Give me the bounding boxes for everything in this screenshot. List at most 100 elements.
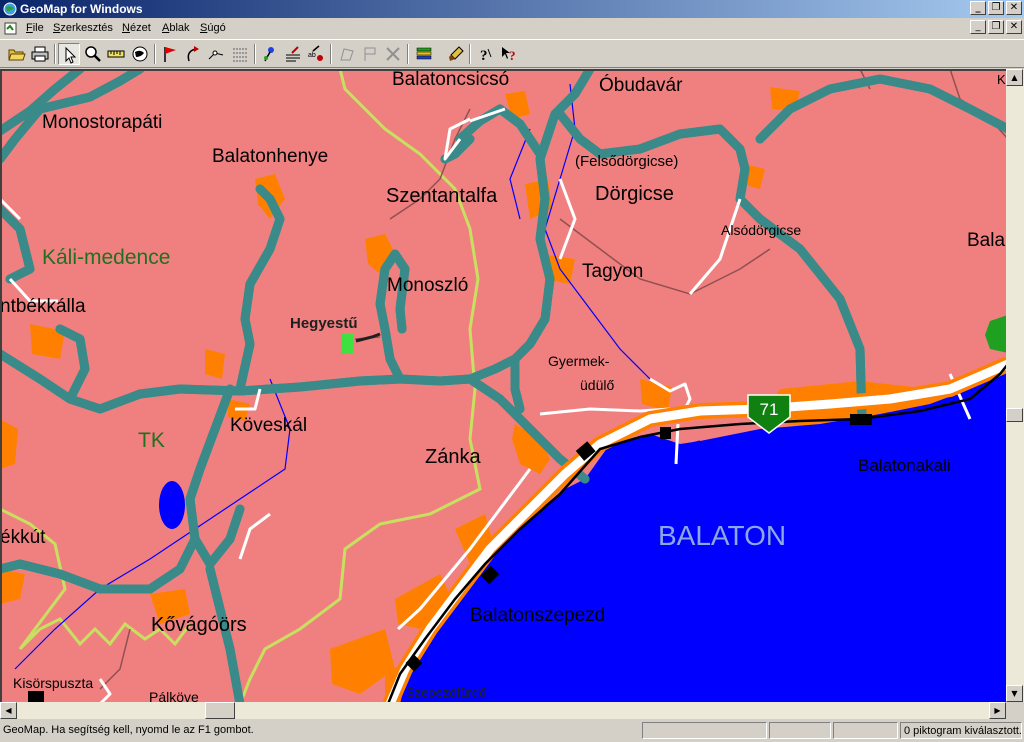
globe-button[interactable] xyxy=(129,43,151,65)
toolbar: ab ? ? xyxy=(0,39,1024,68)
pin-button[interactable] xyxy=(259,43,281,65)
label-felsodorgicse: (Felsődörgicse) xyxy=(575,153,678,170)
point-edit-button[interactable] xyxy=(205,43,227,65)
mdi-close-button[interactable]: ✕ xyxy=(1006,20,1022,34)
label-zanka: Zánka xyxy=(425,446,481,468)
label-monostorapati: Monostorapáti xyxy=(42,112,162,133)
select-tool-button[interactable] xyxy=(58,43,80,65)
flag-button[interactable] xyxy=(159,43,181,65)
undo-curve-button[interactable] xyxy=(182,43,204,65)
label-udulo: üdülő xyxy=(580,377,614,393)
menu-ablak[interactable]: Ablak xyxy=(162,22,190,34)
status-pane-empty-3 xyxy=(833,722,898,739)
label-palkove: Pálköve xyxy=(149,689,199,702)
label-gyermek: Gyermek- xyxy=(548,353,610,369)
scroll-up-button[interactable]: ▲ xyxy=(1006,69,1023,86)
horizontal-scrollbar[interactable]: ◀ ▶ xyxy=(0,702,1006,719)
label-balatonakali: Balatonakali xyxy=(858,456,951,475)
app-globe-icon xyxy=(3,2,17,16)
menu-nezet[interactable]: Nézet xyxy=(122,22,151,34)
close-button[interactable]: ✕ xyxy=(1006,1,1022,15)
map-canvas[interactable]: 71 Balatoncsicsó Óbudavár Monostorapáti … xyxy=(0,69,1006,702)
window-title: GeoMap for Windows xyxy=(20,2,143,16)
pin-icon xyxy=(264,47,274,62)
brush-button[interactable] xyxy=(445,43,467,65)
context-help-icon: ? xyxy=(502,47,516,63)
label-also-dorgicse: Alsódörgicse xyxy=(721,222,801,238)
restore-button[interactable]: ❐ xyxy=(988,1,1004,15)
status-bar: GeoMap. Ha segítség kell, nyomd le az F1… xyxy=(0,720,1024,742)
label-dorgicse: Dörgicse xyxy=(595,183,674,205)
label-ntbekkalla: ntbékkálla xyxy=(0,296,86,317)
polygon-disabled-icon xyxy=(340,48,354,61)
delete-disabled-button[interactable] xyxy=(382,43,404,65)
hegyestu-marker[interactable] xyxy=(341,334,353,354)
scroll-right-button[interactable]: ▶ xyxy=(989,702,1006,719)
flag-disabled-icon xyxy=(364,47,376,61)
context-help-button[interactable]: ? xyxy=(498,43,520,65)
label-ekkut: ékkút xyxy=(0,527,46,548)
label-edit-icon: ab xyxy=(308,45,323,61)
svg-text:ab: ab xyxy=(308,52,316,59)
print-icon xyxy=(31,46,49,62)
scroll-down-button[interactable]: ▼ xyxy=(1006,685,1023,702)
document-system-menu-icon[interactable] xyxy=(3,21,19,36)
status-message: GeoMap. Ha segítség kell, nyomd le az F1… xyxy=(3,724,254,736)
status-pane-empty-2 xyxy=(769,722,831,739)
svg-text:?: ? xyxy=(480,48,488,63)
menu-szerkesztes[interactable]: Szerkesztés xyxy=(53,22,113,34)
vertical-scroll-thumb[interactable] xyxy=(1006,407,1023,422)
zoom-button[interactable] xyxy=(82,43,104,65)
map-view[interactable]: 71 Balatoncsicsó Óbudavár Monostorapáti … xyxy=(0,69,1006,702)
route-71-label: 71 xyxy=(760,400,779,419)
small-lake xyxy=(159,481,185,529)
label-tk: TK xyxy=(138,429,165,452)
mdi-minimize-button[interactable]: _ xyxy=(970,20,986,34)
layers-icon xyxy=(416,47,432,60)
measure-button[interactable] xyxy=(105,43,127,65)
label-balatoncsicso: Balatoncsicsó xyxy=(392,69,509,90)
layers-button[interactable] xyxy=(413,43,435,65)
minimize-button[interactable]: _ xyxy=(970,1,986,15)
zoom-icon xyxy=(85,46,101,62)
menu-sugo[interactable]: Súgó xyxy=(200,22,226,34)
polygon-disabled-button[interactable] xyxy=(336,43,358,65)
grid-icon xyxy=(233,48,247,62)
label-edit-button[interactable]: ab xyxy=(305,43,327,65)
horizontal-scroll-thumb[interactable] xyxy=(205,702,236,719)
point-edit-icon xyxy=(208,50,224,60)
menu-file[interactable]: File xyxy=(26,22,44,34)
delete-disabled-icon xyxy=(386,47,400,61)
scrollbar-corner xyxy=(1006,702,1024,719)
title-bar[interactable]: GeoMap for Windows _ ❐ ✕ xyxy=(0,0,1024,18)
help-button[interactable]: ? xyxy=(475,43,497,65)
label-monoszlo: Monoszló xyxy=(387,275,468,296)
flag-icon xyxy=(164,47,176,62)
help-icon: ? xyxy=(480,48,492,63)
open-button[interactable] xyxy=(6,43,28,65)
list-edit-button[interactable] xyxy=(282,43,304,65)
label-bala: Bala xyxy=(967,230,1005,251)
label-k: K xyxy=(997,72,1006,87)
open-icon xyxy=(8,49,26,61)
label-obudavar: Óbudavár xyxy=(599,74,683,96)
vertical-scrollbar[interactable]: ▲ ▼ xyxy=(1006,69,1024,702)
flag-disabled-button[interactable] xyxy=(359,43,381,65)
label-balatonhenye: Balatonhenye xyxy=(212,146,328,167)
scroll-left-button[interactable]: ◀ xyxy=(0,702,17,719)
measure-ruler-icon xyxy=(107,50,125,58)
mdi-restore-button[interactable]: ❐ xyxy=(988,20,1004,34)
label-kali-medence: Káli-medence xyxy=(42,246,170,269)
grid-button[interactable] xyxy=(229,43,251,65)
label-kisorspuszta: Kisörspuszta xyxy=(13,675,93,691)
label-balatonszepezd: Balatonszepezd xyxy=(470,605,605,626)
label-szepezdfurdo: Szepezdfürdő xyxy=(406,685,486,700)
status-selection-count: 0 piktogram kiválasztott. xyxy=(900,722,1022,739)
list-edit-icon xyxy=(286,46,300,62)
label-hegyestu: Hegyestű xyxy=(290,315,358,332)
label-koveskal: Köveskál xyxy=(230,415,307,436)
select-arrow-icon xyxy=(65,46,77,64)
label-szentantalfa: Szentantalfa xyxy=(386,185,498,207)
print-button[interactable] xyxy=(29,43,51,65)
label-kovagoors: Kővágóörs xyxy=(151,614,247,636)
